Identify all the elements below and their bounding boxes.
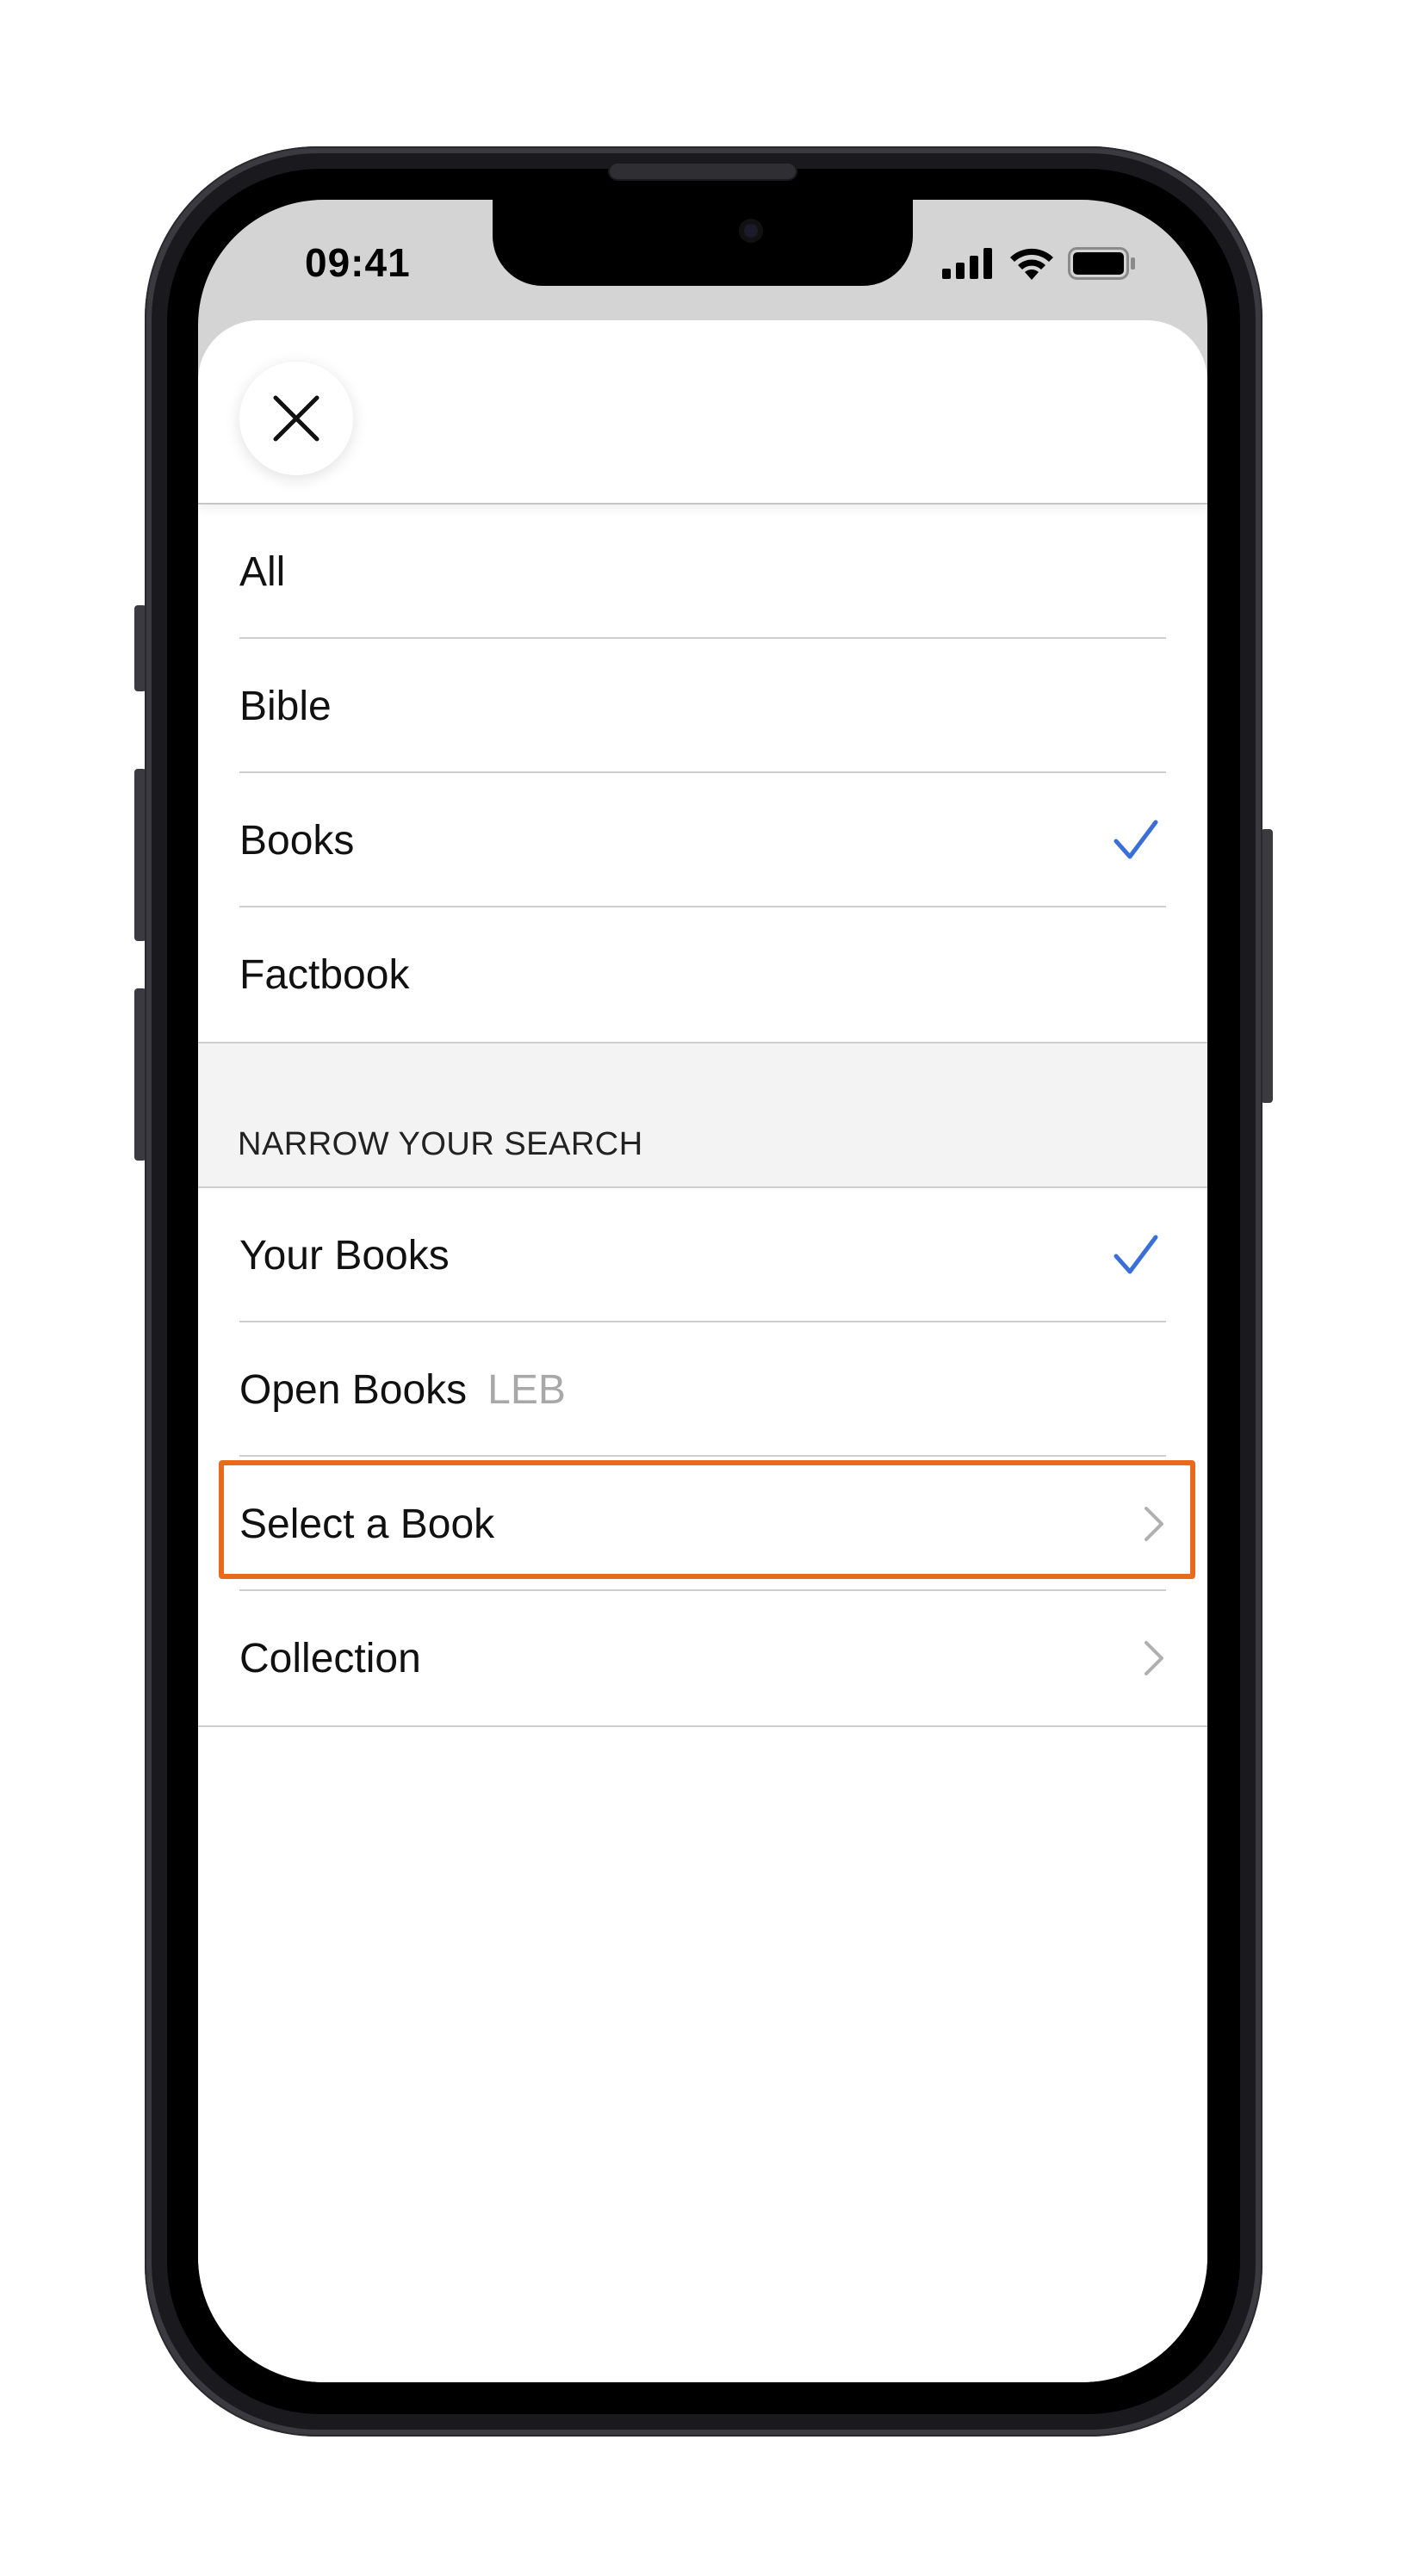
narrow-label: Collection [239, 1635, 421, 1681]
notch [493, 200, 913, 286]
close-icon [273, 395, 319, 442]
scope-label: Bible [239, 683, 332, 729]
scope-label: Factbook [239, 951, 410, 998]
scope-list: All Bible Books Factbook [198, 505, 1207, 1042]
sheet-header [198, 320, 1207, 505]
narrow-sublabel: LEB [487, 1366, 566, 1413]
checkmark-icon [1114, 820, 1158, 859]
section-header-narrow: NARROW YOUR SEARCH [198, 1042, 1207, 1188]
scope-row-bible[interactable]: Bible [198, 639, 1207, 773]
scope-label: All [239, 548, 286, 595]
list-bottom-rule [198, 1725, 1207, 1727]
highlight-select-a-book [219, 1460, 1195, 1579]
battery-icon [1068, 247, 1135, 280]
chevron-right-icon [1145, 1641, 1163, 1675]
status-bar: 09:41 [198, 200, 1207, 320]
narrow-label: Your Books [239, 1232, 450, 1279]
status-icons [942, 246, 1137, 281]
power-button [1261, 829, 1273, 1103]
page: 09:41 All Bible Books Factbook NARROW YO… [0, 0, 1402, 2576]
status-time: 09:41 [305, 240, 411, 285]
section-title: NARROW YOUR SEARCH [238, 1126, 643, 1162]
narrow-label-text: Open Books [239, 1366, 468, 1413]
narrow-label: Open Books LEB [239, 1366, 566, 1414]
filter-sheet: All Bible Books Factbook NARROW YOUR SEA… [198, 320, 1207, 2382]
narrow-row-open-books[interactable]: Open Books LEB [198, 1322, 1207, 1457]
wifi-icon [1010, 248, 1053, 280]
cellular-signal-icon [942, 248, 992, 279]
scope-label: Books [239, 817, 355, 864]
front-camera [739, 219, 763, 243]
earpiece-speaker [610, 164, 796, 179]
narrow-row-collection[interactable]: Collection [198, 1591, 1207, 1725]
scope-row-books[interactable]: Books [198, 773, 1207, 907]
scope-row-all[interactable]: All [198, 505, 1207, 639]
scope-row-factbook[interactable]: Factbook [198, 907, 1207, 1042]
close-button[interactable] [239, 362, 353, 475]
narrow-list: Your Books Open BooksLEB Select a Book [198, 1188, 1207, 1727]
checkmark-icon [1114, 1235, 1158, 1274]
phone-screen: 09:41 All Bible Books Factbook NARROW YO… [198, 200, 1207, 2382]
narrow-row-your-books[interactable]: Your Books [198, 1188, 1207, 1322]
